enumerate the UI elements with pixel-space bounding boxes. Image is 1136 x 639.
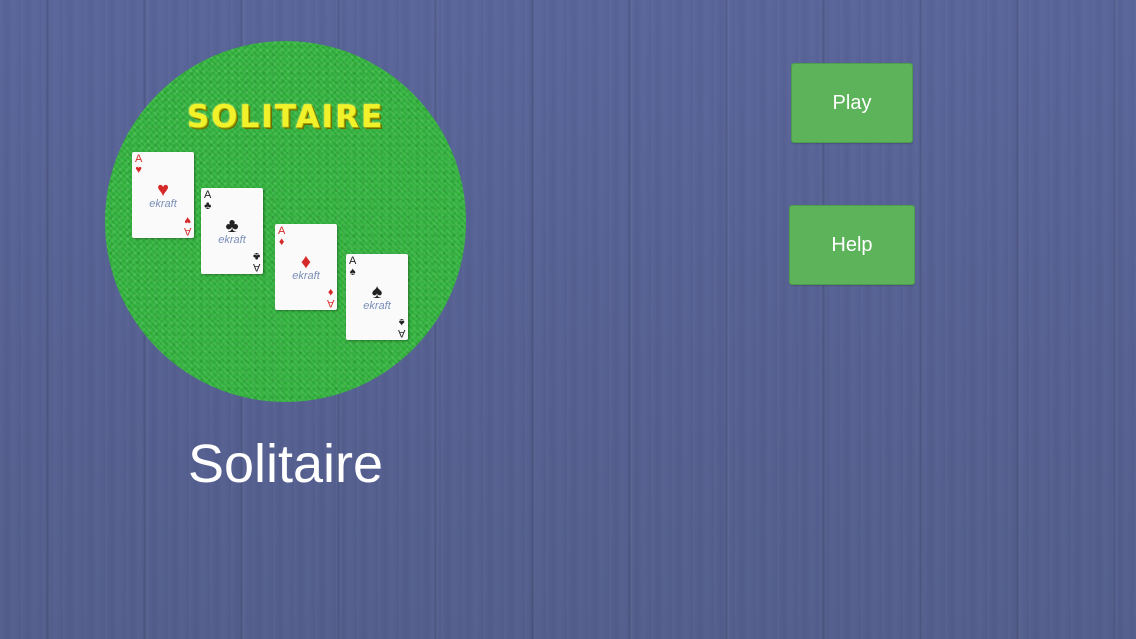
game-logo: SOLITAIRE A ♥ ♥ ekraft A ♥ A ♣ ♣ ekraft A ♣ …: [105, 41, 466, 402]
card-brand: ekraft: [218, 234, 246, 246]
card-ace-spades: A ♠ ♠ ekraft A ♠: [346, 254, 408, 340]
card-brand: ekraft: [363, 300, 391, 312]
club-icon: ♣: [252, 250, 260, 262]
diamond-icon: ♦: [278, 236, 285, 248]
spade-icon: ♠: [398, 316, 405, 328]
card-ace-diamonds: A ♦ ♦ ekraft A ♦: [275, 224, 337, 310]
card-ace-hearts: A ♥ ♥ ekraft A ♥: [132, 152, 194, 238]
heart-icon: ♥: [184, 214, 191, 226]
card-brand: ekraft: [292, 270, 320, 282]
card-rank: A: [252, 261, 260, 273]
card-rank: A: [397, 327, 405, 339]
card-brand: ekraft: [149, 198, 177, 210]
club-icon: ♣: [204, 200, 212, 212]
card-rank: A: [183, 225, 191, 237]
club-icon: ♣: [225, 215, 239, 237]
logo-title: SOLITAIRE: [186, 99, 385, 135]
diamond-icon: ♦: [327, 286, 334, 298]
spade-icon: ♠: [371, 281, 383, 303]
help-button-label: Help: [831, 233, 873, 256]
spade-icon: ♠: [349, 266, 356, 278]
play-button[interactable]: Play: [791, 63, 913, 143]
app-title: Solitaire: [187, 434, 384, 494]
diamond-icon: ♦: [300, 251, 312, 273]
heart-icon: ♥: [135, 164, 142, 176]
heart-icon: ♥: [157, 179, 169, 201]
card-ace-clubs: A ♣ ♣ ekraft A ♣: [201, 188, 263, 274]
play-button-label: Play: [832, 91, 872, 114]
card-rank: A: [326, 297, 334, 309]
help-button[interactable]: Help: [789, 205, 915, 285]
